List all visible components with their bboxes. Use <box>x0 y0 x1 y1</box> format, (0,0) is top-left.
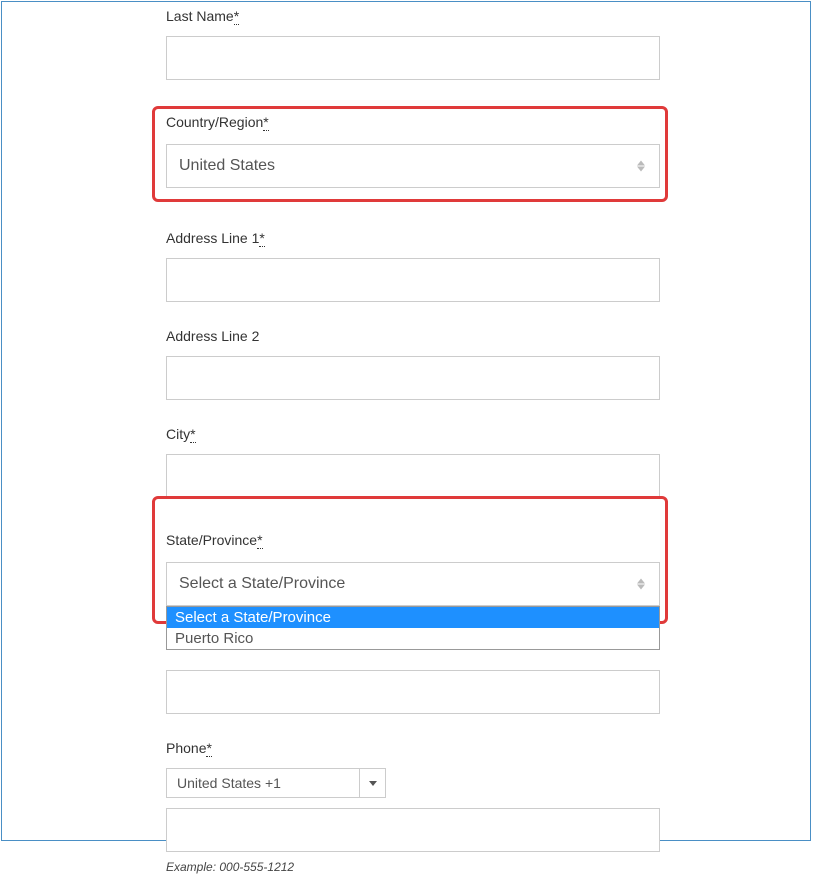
phone-country-code-select[interactable]: United States +1 <box>166 768 386 798</box>
chevron-updown-icon <box>637 579 645 590</box>
zip-input[interactable] <box>166 670 660 714</box>
country-region-label: Country/Region* <box>166 114 660 130</box>
city-input[interactable] <box>166 454 660 498</box>
chevron-down-icon <box>359 769 385 797</box>
country-region-select[interactable]: United States <box>166 144 660 188</box>
chevron-updown-icon <box>637 161 645 172</box>
state-province-dropdown: Select a State/Province Puerto Rico <box>166 606 660 650</box>
state-province-select[interactable]: Select a State/Province <box>166 562 660 606</box>
last-name-label: Last Name* <box>166 8 660 24</box>
state-province-value: Select a State/Province <box>179 575 345 593</box>
address2-label: Address Line 2 <box>166 328 660 344</box>
state-option-placeholder[interactable]: Select a State/Province <box>167 607 659 628</box>
address2-input[interactable] <box>166 356 660 400</box>
city-label: City* <box>166 426 660 442</box>
country-region-value: United States <box>179 157 275 175</box>
phone-input[interactable] <box>166 808 660 852</box>
address1-input[interactable] <box>166 258 660 302</box>
phone-country-code-value: United States +1 <box>177 775 281 791</box>
address1-label: Address Line 1* <box>166 230 660 246</box>
last-name-input[interactable] <box>166 36 660 80</box>
phone-label: Phone* <box>166 740 660 756</box>
state-option-puerto-rico[interactable]: Puerto Rico <box>167 628 659 649</box>
state-province-label: State/Province* <box>166 532 660 548</box>
phone-example-text: Example: 000-555-1212 <box>166 860 294 874</box>
